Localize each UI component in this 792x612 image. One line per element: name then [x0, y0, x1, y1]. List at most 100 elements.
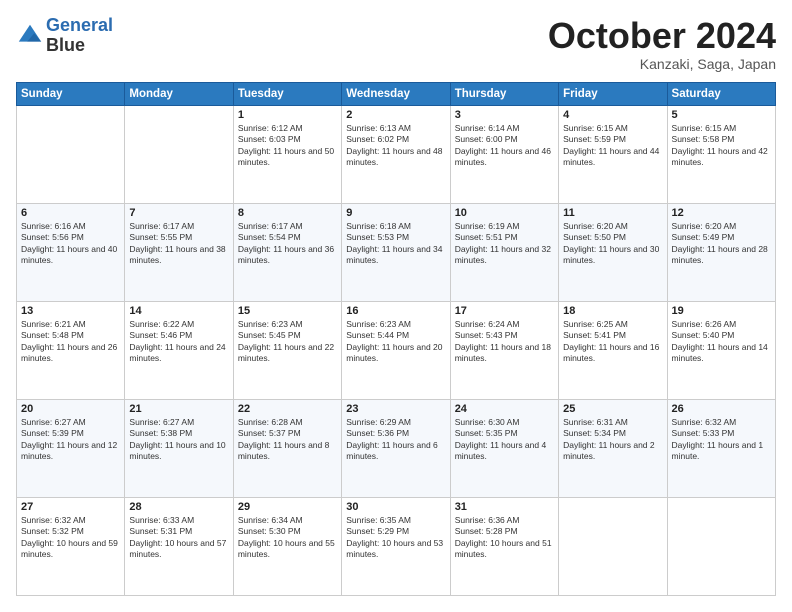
location: Kanzaki, Saga, Japan: [548, 56, 776, 72]
page: General Blue October 2024 Kanzaki, Saga,…: [0, 0, 792, 612]
day-info: Sunrise: 6:36 AMSunset: 5:28 PMDaylight:…: [455, 515, 554, 561]
calendar-cell: 30 Sunrise: 6:35 AMSunset: 5:29 PMDayligh…: [342, 497, 450, 595]
logo-text: General Blue: [46, 16, 113, 56]
logo-line1: General: [46, 15, 113, 35]
calendar-cell: [17, 105, 125, 203]
month-title: October 2024: [548, 16, 776, 56]
calendar-cell: 26 Sunrise: 6:32 AMSunset: 5:33 PMDayligh…: [667, 399, 775, 497]
calendar-cell: [125, 105, 233, 203]
day-info: Sunrise: 6:26 AMSunset: 5:40 PMDaylight:…: [672, 319, 771, 365]
logo-line2: Blue: [46, 36, 113, 56]
weekday-header-friday: Friday: [559, 82, 667, 105]
day-number: 18: [563, 305, 662, 317]
day-info: Sunrise: 6:30 AMSunset: 5:35 PMDaylight:…: [455, 417, 554, 463]
day-info: Sunrise: 6:16 AMSunset: 5:56 PMDaylight:…: [21, 221, 120, 267]
day-info: Sunrise: 6:35 AMSunset: 5:29 PMDaylight:…: [346, 515, 445, 561]
day-info: Sunrise: 6:33 AMSunset: 5:31 PMDaylight:…: [129, 515, 228, 561]
day-info: Sunrise: 6:17 AMSunset: 5:54 PMDaylight:…: [238, 221, 337, 267]
calendar-cell: 23 Sunrise: 6:29 AMSunset: 5:36 PMDayligh…: [342, 399, 450, 497]
weekday-header-thursday: Thursday: [450, 82, 558, 105]
day-number: 17: [455, 305, 554, 317]
calendar-cell: 31 Sunrise: 6:36 AMSunset: 5:28 PMDayligh…: [450, 497, 558, 595]
calendar-header-row: SundayMondayTuesdayWednesdayThursdayFrid…: [17, 82, 776, 105]
calendar-cell: 10 Sunrise: 6:19 AMSunset: 5:51 PMDayligh…: [450, 203, 558, 301]
calendar-cell: 11 Sunrise: 6:20 AMSunset: 5:50 PMDayligh…: [559, 203, 667, 301]
weekday-header-saturday: Saturday: [667, 82, 775, 105]
calendar-week-row: 1Sunrise: 6:12 AMSunset: 6:03 PMDaylight…: [17, 105, 776, 203]
day-number: 20: [21, 403, 120, 415]
day-info: Sunrise: 6:23 AMSunset: 5:44 PMDaylight:…: [346, 319, 445, 365]
day-info: Sunrise: 6:20 AMSunset: 5:50 PMDaylight:…: [563, 221, 662, 267]
calendar-cell: [667, 497, 775, 595]
calendar-table: SundayMondayTuesdayWednesdayThursdayFrid…: [16, 82, 776, 596]
day-info: Sunrise: 6:18 AMSunset: 5:53 PMDaylight:…: [346, 221, 445, 267]
calendar-cell: 29 Sunrise: 6:34 AMSunset: 5:30 PMDayligh…: [233, 497, 341, 595]
calendar-cell: 1Sunrise: 6:12 AMSunset: 6:03 PMDaylight…: [233, 105, 341, 203]
weekday-header-monday: Monday: [125, 82, 233, 105]
weekday-header-tuesday: Tuesday: [233, 82, 341, 105]
calendar-cell: 20 Sunrise: 6:27 AMSunset: 5:39 PMDayligh…: [17, 399, 125, 497]
day-number: 4: [563, 109, 662, 121]
day-number: 5: [672, 109, 771, 121]
calendar-week-row: 6Sunrise: 6:16 AMSunset: 5:56 PMDaylight…: [17, 203, 776, 301]
calendar-cell: 15 Sunrise: 6:23 AMSunset: 5:45 PMDayligh…: [233, 301, 341, 399]
day-number: 28: [129, 501, 228, 513]
day-info: Sunrise: 6:13 AMSunset: 6:02 PMDaylight:…: [346, 123, 445, 169]
day-info: Sunrise: 6:17 AMSunset: 5:55 PMDaylight:…: [129, 221, 228, 267]
day-info: Sunrise: 6:15 AMSunset: 5:58 PMDaylight:…: [672, 123, 771, 169]
calendar-cell: 25 Sunrise: 6:31 AMSunset: 5:34 PMDayligh…: [559, 399, 667, 497]
day-number: 29: [238, 501, 337, 513]
calendar-cell: 27 Sunrise: 6:32 AMSunset: 5:32 PMDayligh…: [17, 497, 125, 595]
calendar-week-row: 20 Sunrise: 6:27 AMSunset: 5:39 PMDayligh…: [17, 399, 776, 497]
day-number: 26: [672, 403, 771, 415]
day-info: Sunrise: 6:28 AMSunset: 5:37 PMDaylight:…: [238, 417, 337, 463]
day-number: 10: [455, 207, 554, 219]
day-info: Sunrise: 6:27 AMSunset: 5:39 PMDaylight:…: [21, 417, 120, 463]
calendar-cell: 21Sunrise: 6:27 AMSunset: 5:38 PMDayligh…: [125, 399, 233, 497]
day-number: 15: [238, 305, 337, 317]
day-info: Sunrise: 6:19 AMSunset: 5:51 PMDaylight:…: [455, 221, 554, 267]
calendar-week-row: 27 Sunrise: 6:32 AMSunset: 5:32 PMDayligh…: [17, 497, 776, 595]
day-info: Sunrise: 6:14 AMSunset: 6:00 PMDaylight:…: [455, 123, 554, 169]
calendar-cell: [559, 497, 667, 595]
calendar-cell: 12 Sunrise: 6:20 AMSunset: 5:49 PMDayligh…: [667, 203, 775, 301]
weekday-header-wednesday: Wednesday: [342, 82, 450, 105]
calendar-cell: 19Sunrise: 6:26 AMSunset: 5:40 PMDayligh…: [667, 301, 775, 399]
day-info: Sunrise: 6:29 AMSunset: 5:36 PMDaylight:…: [346, 417, 445, 463]
day-info: Sunrise: 6:20 AMSunset: 5:49 PMDaylight:…: [672, 221, 771, 267]
calendar-cell: 2 Sunrise: 6:13 AMSunset: 6:02 PMDaylight…: [342, 105, 450, 203]
day-info: Sunrise: 6:32 AMSunset: 5:32 PMDaylight:…: [21, 515, 120, 561]
day-info: Sunrise: 6:25 AMSunset: 5:41 PMDaylight:…: [563, 319, 662, 365]
day-info: Sunrise: 6:32 AMSunset: 5:33 PMDaylight:…: [672, 417, 771, 463]
header: General Blue October 2024 Kanzaki, Saga,…: [16, 16, 776, 72]
calendar-cell: 7Sunrise: 6:17 AMSunset: 5:55 PMDaylight…: [125, 203, 233, 301]
calendar-cell: 24 Sunrise: 6:30 AMSunset: 5:35 PMDayligh…: [450, 399, 558, 497]
day-number: 2: [346, 109, 445, 121]
calendar-cell: 9 Sunrise: 6:18 AMSunset: 5:53 PMDaylight…: [342, 203, 450, 301]
day-info: Sunrise: 6:15 AMSunset: 5:59 PMDaylight:…: [563, 123, 662, 169]
day-number: 25: [563, 403, 662, 415]
day-number: 16: [346, 305, 445, 317]
day-number: 24: [455, 403, 554, 415]
day-info: Sunrise: 6:24 AMSunset: 5:43 PMDaylight:…: [455, 319, 554, 365]
day-number: 9: [346, 207, 445, 219]
calendar-cell: 6Sunrise: 6:16 AMSunset: 5:56 PMDaylight…: [17, 203, 125, 301]
logo-icon: [16, 22, 44, 50]
day-number: 8: [238, 207, 337, 219]
day-number: 27: [21, 501, 120, 513]
day-info: Sunrise: 6:21 AMSunset: 5:48 PMDaylight:…: [21, 319, 120, 365]
day-number: 23: [346, 403, 445, 415]
day-number: 11: [563, 207, 662, 219]
calendar-cell: 8 Sunrise: 6:17 AMSunset: 5:54 PMDaylight…: [233, 203, 341, 301]
day-number: 1: [238, 109, 337, 121]
day-info: Sunrise: 6:31 AMSunset: 5:34 PMDaylight:…: [563, 417, 662, 463]
calendar-cell: 5 Sunrise: 6:15 AMSunset: 5:58 PMDaylight…: [667, 105, 775, 203]
day-number: 30: [346, 501, 445, 513]
calendar-cell: 16 Sunrise: 6:23 AMSunset: 5:44 PMDayligh…: [342, 301, 450, 399]
day-number: 12: [672, 207, 771, 219]
day-number: 3: [455, 109, 554, 121]
day-info: Sunrise: 6:23 AMSunset: 5:45 PMDaylight:…: [238, 319, 337, 365]
day-info: Sunrise: 6:34 AMSunset: 5:30 PMDaylight:…: [238, 515, 337, 561]
day-number: 31: [455, 501, 554, 513]
day-number: 14: [129, 305, 228, 317]
